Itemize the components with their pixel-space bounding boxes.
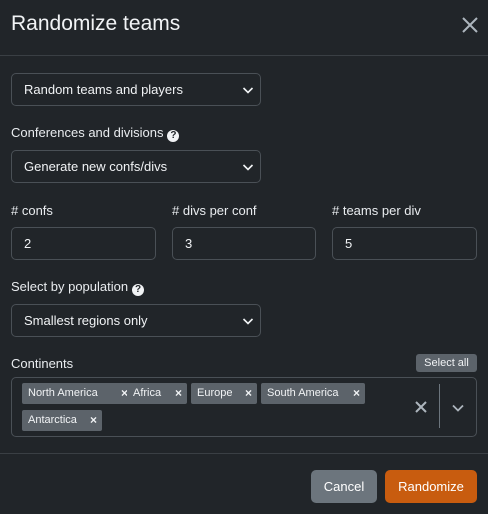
population-label-text: Select by population — [11, 279, 129, 294]
chip-label: Antarctica — [28, 414, 77, 426]
continent-chip: North America × — [22, 383, 133, 404]
select-all-button[interactable]: Select all — [416, 354, 477, 372]
chevron-down-icon[interactable] — [451, 401, 465, 415]
population-value: Smallest regions only — [24, 313, 148, 328]
confs-input[interactable]: 2 — [11, 227, 156, 260]
chip-label: North America — [28, 387, 98, 399]
continents-label: Continents — [11, 356, 74, 371]
divider — [439, 384, 440, 428]
question-circle-icon[interactable]: ? — [167, 130, 180, 142]
randomize-button[interactable]: Randomize — [385, 470, 477, 503]
chip-label: Europe — [197, 387, 233, 399]
question-circle-icon[interactable]: ? — [132, 284, 145, 296]
remove-chip-icon[interactable]: × — [90, 410, 97, 431]
population-label: Select by population? — [11, 279, 145, 296]
close-icon[interactable] — [458, 13, 482, 37]
conferences-label-text: Conferences and divisions — [11, 125, 164, 140]
remove-chip-icon[interactable]: × — [353, 383, 360, 404]
conferences-select[interactable]: Generate new confs/divs — [11, 150, 261, 183]
clear-all-icon[interactable] — [414, 400, 428, 414]
chevron-down-icon — [242, 87, 254, 94]
continent-chip: Europe × — [191, 383, 257, 404]
teams-per-div-input[interactable]: 5 — [332, 227, 477, 260]
modal-header: Randomize teams — [0, 0, 488, 56]
chevron-down-icon — [242, 164, 254, 171]
modal-title: Randomize teams — [11, 12, 181, 35]
continent-chip: South America × — [261, 383, 365, 404]
divs-per-conf-label: # divs per conf — [172, 203, 257, 218]
continent-chip: Africa × — [127, 383, 187, 404]
chip-label: Africa — [133, 387, 162, 399]
teams-per-div-label: # teams per div — [332, 203, 421, 218]
chevron-down-icon — [242, 318, 254, 325]
randomize-mode-select[interactable]: Random teams and players — [11, 73, 261, 106]
footer-divider — [0, 453, 488, 454]
conferences-label: Conferences and divisions? — [11, 125, 180, 142]
confs-label: # confs — [11, 203, 53, 218]
population-select[interactable]: Smallest regions only — [11, 304, 261, 337]
cancel-button[interactable]: Cancel — [311, 470, 377, 503]
remove-chip-icon[interactable]: × — [245, 383, 252, 404]
continents-multiselect[interactable]: North America × Africa × Europe × South … — [11, 377, 477, 437]
conferences-value: Generate new confs/divs — [24, 159, 168, 174]
chip-label: South America — [267, 387, 339, 399]
remove-chip-icon[interactable]: × — [175, 383, 182, 404]
continent-chip: Antarctica × — [22, 410, 102, 431]
divs-per-conf-input[interactable]: 3 — [172, 227, 316, 260]
randomize-mode-value: Random teams and players — [24, 82, 183, 97]
